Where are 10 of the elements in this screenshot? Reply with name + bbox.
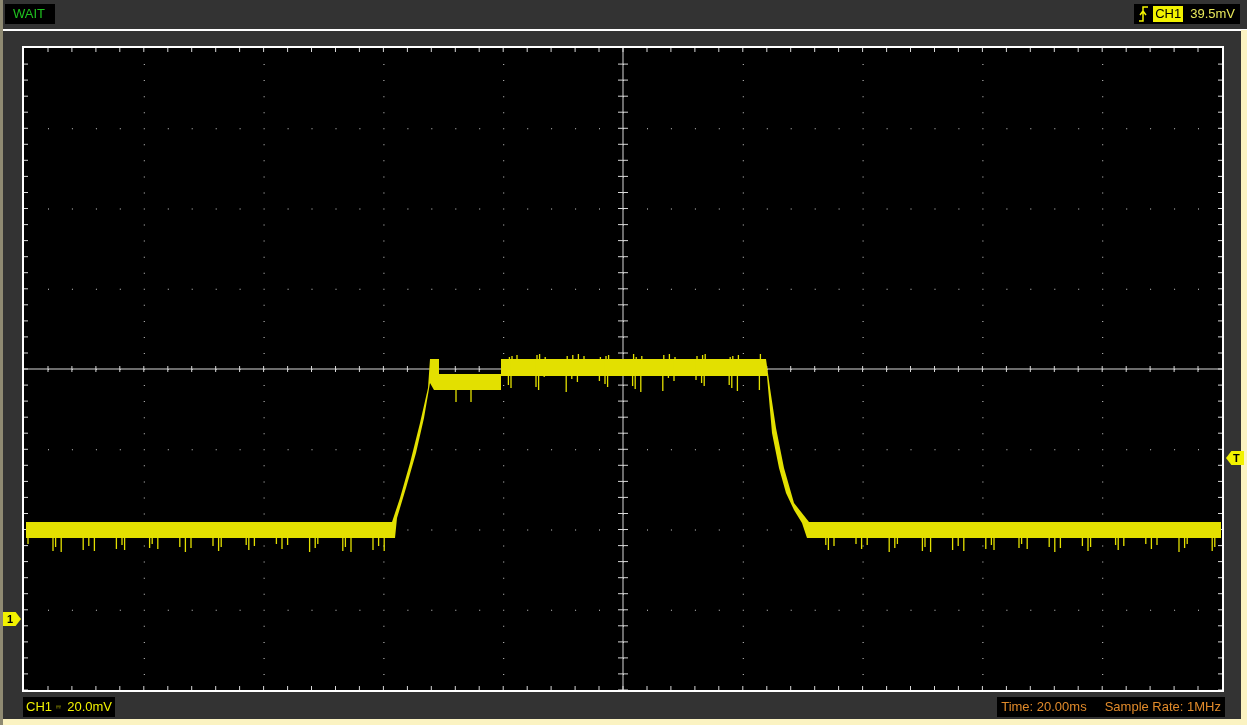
rising-edge-icon [1139,6,1149,22]
acquisition-status: WAIT [5,4,55,24]
trigger-level-marker[interactable]: T [1226,451,1244,465]
channel-marker[interactable]: 1 [3,612,21,626]
trigger-channel: CH1 [1153,6,1184,22]
sample-rate: Sample Rate: 1MHz [1104,699,1221,715]
trigger-level: 39.5mV [1190,6,1235,22]
volts-per-division: 20.0mV [67,699,112,715]
channel-label: CH1 [26,699,52,715]
timebase: Time: 20.00ms [1001,699,1087,715]
